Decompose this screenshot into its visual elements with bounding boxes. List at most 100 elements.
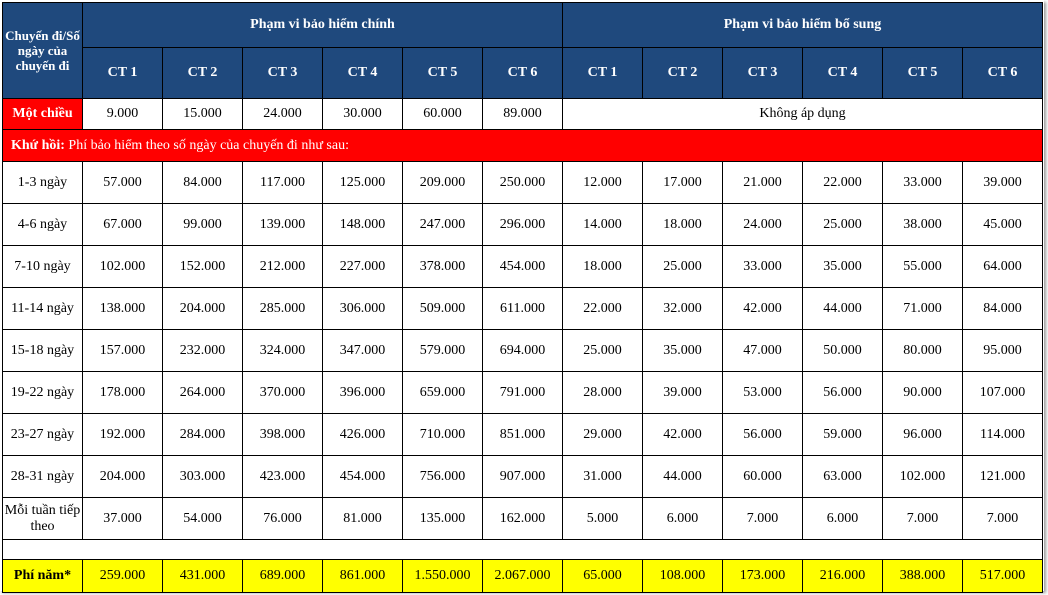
corner-header-label: Chuyến đi/Số ngày của chuyến đi (5, 28, 80, 73)
duration-label: 7-10 ngày (2, 245, 83, 288)
table-cell: 861.000 (322, 559, 403, 593)
table-cell: 454.000 (482, 245, 563, 288)
table-cell: 431.000 (162, 559, 243, 593)
table-row: 4-6 ngày 67.000 99.000 139.000 148.000 247.00… (2, 203, 1043, 246)
table-cell: 378.000 (402, 245, 483, 288)
extra-coverage-header: Phạm vi bảo hiểm bổ sung (562, 2, 1043, 48)
table-cell: 148.000 (322, 203, 403, 246)
plan-header: CT 3 (722, 47, 803, 99)
table-cell: 209.000 (402, 161, 483, 204)
table-cell: 157.000 (82, 329, 163, 372)
table-cell: 611.000 (482, 287, 563, 330)
table-cell: 178.000 (82, 371, 163, 414)
annual-label: Phí năm* (2, 559, 83, 593)
round-trip-banner: Khứ hồi: Phí bảo hiểm theo số ngày của c… (2, 129, 1043, 162)
spacer-row (2, 539, 1043, 560)
duration-label: 4-6 ngày (2, 203, 83, 246)
annual-row: Phí năm* 259.000 431.000 689.000 861.000… (2, 559, 1043, 593)
table-cell: 57.000 (82, 161, 163, 204)
round-trip-row: Khứ hồi: Phí bảo hiểm theo số ngày của c… (2, 129, 1043, 162)
table-cell: 56.000 (722, 413, 803, 456)
table-cell: 55.000 (882, 245, 963, 288)
table-cell: 388.000 (882, 559, 963, 593)
table-cell: 907.000 (482, 455, 563, 498)
table-cell: 192.000 (82, 413, 163, 456)
table-cell: 125.000 (322, 161, 403, 204)
table-cell: 509.000 (402, 287, 483, 330)
table-cell: 303.000 (162, 455, 243, 498)
table-cell: 138.000 (82, 287, 163, 330)
table-cell: 35.000 (642, 329, 723, 372)
table-cell: 9.000 (82, 98, 163, 130)
table-row: Mỗi tuần tiếp theo 37.000 54.000 76.000 81.0… (2, 497, 1043, 540)
table-cell: 227.000 (322, 245, 403, 288)
table-cell: 60.000 (402, 98, 483, 130)
table-row: 19-22 ngày 178.000 264.000 370.000 396.000 65… (2, 371, 1043, 414)
table-cell: 285.000 (242, 287, 323, 330)
table-cell: 37.000 (82, 497, 163, 540)
table-cell: 67.000 (82, 203, 163, 246)
table-cell: 64.000 (962, 245, 1043, 288)
plan-header: CT 6 (482, 47, 563, 99)
table-cell: 5.000 (562, 497, 643, 540)
corner-header: Chuyến đi/Số ngày của chuyến đi (2, 2, 83, 99)
table-row: 23-27 ngày 192.000 284.000 398.000 426.000 71… (2, 413, 1043, 456)
table-cell: 135.000 (402, 497, 483, 540)
duration-label: 1-3 ngày (2, 161, 83, 204)
table-cell: 24.000 (722, 203, 803, 246)
table-cell: 31.000 (562, 455, 643, 498)
table-cell: 212.000 (242, 245, 323, 288)
table-cell: 579.000 (402, 329, 483, 372)
table-cell: 35.000 (802, 245, 883, 288)
table-cell: 59.000 (802, 413, 883, 456)
table-cell: 25.000 (562, 329, 643, 372)
not-applicable-note: Không áp dụng (562, 98, 1043, 130)
table-cell: 76.000 (242, 497, 323, 540)
table-cell: 370.000 (242, 371, 323, 414)
plan-header: CT 4 (802, 47, 883, 99)
table-cell: 90.000 (882, 371, 963, 414)
plan-header: CT 1 (82, 47, 163, 99)
table-cell: 7.000 (882, 497, 963, 540)
plan-header: CT 2 (162, 47, 243, 99)
spacer-cell (2, 539, 1043, 560)
table-cell: 99.000 (162, 203, 243, 246)
table-cell: 284.000 (162, 413, 243, 456)
table-cell: 80.000 (882, 329, 963, 372)
table-cell: 89.000 (482, 98, 563, 130)
one-way-label: Một chiều (2, 98, 83, 130)
table-cell: 2.067.000 (482, 559, 563, 593)
table-cell: 18.000 (642, 203, 723, 246)
table-cell: 232.000 (162, 329, 243, 372)
table-cell: 81.000 (322, 497, 403, 540)
table-cell: 65.000 (562, 559, 643, 593)
table-cell: 53.000 (722, 371, 803, 414)
table-cell: 63.000 (802, 455, 883, 498)
table-cell: 42.000 (642, 413, 723, 456)
table-row: 1-3 ngày 57.000 84.000 117.000 125.000 209.00… (2, 161, 1043, 204)
duration-label: 28-31 ngày (2, 455, 83, 498)
table-cell: 47.000 (722, 329, 803, 372)
table-cell: 247.000 (402, 203, 483, 246)
table-cell: 45.000 (962, 203, 1043, 246)
table-cell: 396.000 (322, 371, 403, 414)
table-cell: 33.000 (882, 161, 963, 204)
table-cell: 659.000 (402, 371, 483, 414)
table-cell: 296.000 (482, 203, 563, 246)
table-cell: 216.000 (802, 559, 883, 593)
table-cell: 139.000 (242, 203, 323, 246)
table-cell: 60.000 (722, 455, 803, 498)
table-cell: 1.550.000 (402, 559, 483, 593)
table-cell: 102.000 (882, 455, 963, 498)
table-cell: 426.000 (322, 413, 403, 456)
table-cell: 324.000 (242, 329, 323, 372)
table-cell: 851.000 (482, 413, 563, 456)
table-cell: 710.000 (402, 413, 483, 456)
table-cell: 250.000 (482, 161, 563, 204)
table-cell: 694.000 (482, 329, 563, 372)
plan-header: CT 5 (402, 47, 483, 99)
table-cell: 95.000 (962, 329, 1043, 372)
table-cell: 22.000 (802, 161, 883, 204)
plan-header: CT 5 (882, 47, 963, 99)
table-cell: 33.000 (722, 245, 803, 288)
